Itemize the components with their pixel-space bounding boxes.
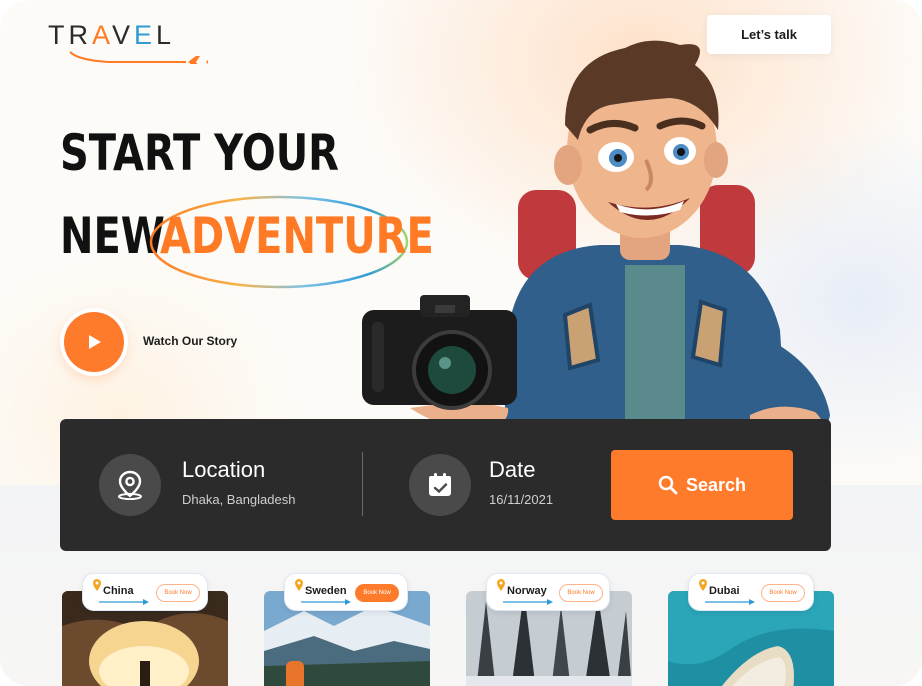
destination-tag-dubai[interactable]: Dubai Book Now	[688, 573, 814, 611]
search-icon	[658, 475, 678, 495]
route-arrow-icon	[99, 599, 149, 605]
airplane-icon	[69, 51, 208, 64]
play-button[interactable]	[64, 312, 124, 372]
map-pin-icon	[497, 579, 505, 591]
search-label: Search	[685, 474, 747, 495]
map-pin-icon	[699, 579, 707, 591]
divider	[362, 452, 363, 516]
tag-name: Norway	[507, 585, 547, 597]
book-now-button[interactable]: Book Now	[156, 584, 200, 602]
headline-line-1: START YOUR	[60, 124, 339, 182]
landing-page: TRAVEL Let’s talk START YOUR NEW ADVENTU…	[0, 0, 922, 686]
play-icon	[89, 335, 101, 349]
watch-story-link[interactable]: Watch Our Story	[143, 334, 237, 348]
route-arrow-icon	[705, 599, 755, 605]
map-pin-icon	[295, 579, 303, 591]
travel-logo[interactable]: TRAVEL	[48, 20, 208, 64]
tag-name: China	[103, 585, 134, 597]
date-title: Date	[489, 457, 536, 482]
map-pin-icon	[93, 579, 101, 591]
calendar-icon	[429, 473, 451, 496]
destination-tag-china[interactable]: China Book Now	[82, 573, 208, 611]
book-now-button[interactable]: Book Now	[355, 584, 399, 602]
tag-name: Sweden	[305, 585, 347, 597]
tag-name: Dubai	[709, 585, 740, 597]
search-button[interactable]: Search	[611, 450, 793, 520]
destination-tag-norway[interactable]: Norway Book Now	[486, 573, 610, 611]
location-title: Location	[182, 457, 266, 482]
map-pin-icon	[118, 470, 142, 500]
search-panel: Location Dhaka, Bangladesh Date 16/11/20…	[60, 419, 831, 551]
location-field[interactable]: Dhaka, Bangladesh	[182, 492, 295, 507]
date-icon-circle	[409, 454, 471, 516]
route-arrow-icon	[503, 599, 553, 605]
date-field[interactable]: 16/11/2021	[489, 492, 553, 507]
book-now-button[interactable]: Book Now	[761, 584, 805, 602]
route-arrow-icon	[301, 599, 351, 605]
location-icon-circle	[99, 454, 161, 516]
book-now-button[interactable]: Book Now	[559, 584, 603, 602]
destination-tag-sweden[interactable]: Sweden Book Now	[284, 573, 408, 611]
